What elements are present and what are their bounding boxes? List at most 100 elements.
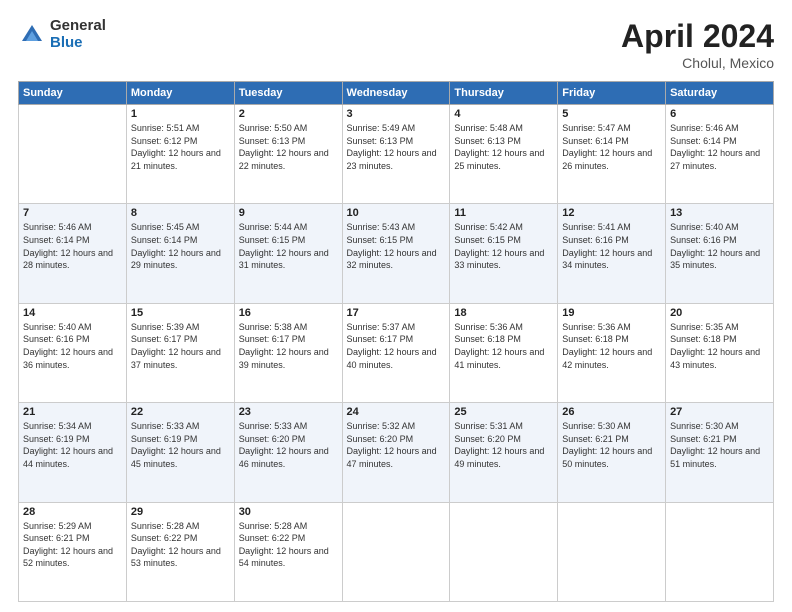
- header-cell-wednesday: Wednesday: [342, 82, 450, 105]
- day-cell: 18 Sunrise: 5:36 AM Sunset: 6:18 PM Dayli…: [450, 303, 558, 402]
- day-cell: 13 Sunrise: 5:40 AM Sunset: 6:16 PM Dayli…: [666, 204, 774, 303]
- day-info: Sunrise: 5:28 AM Sunset: 6:22 PM Dayligh…: [239, 520, 338, 570]
- page: General Blue April 2024 Cholul, Mexico S…: [0, 0, 792, 612]
- day-cell: 6Sunrise: 5:46 AM Sunset: 6:14 PM Daylig…: [666, 105, 774, 204]
- header: General Blue April 2024 Cholul, Mexico: [18, 18, 774, 71]
- day-info: Sunrise: 5:33 AM Sunset: 6:20 PM Dayligh…: [239, 420, 338, 470]
- day-info: Sunrise: 5:32 AM Sunset: 6:20 PM Dayligh…: [347, 420, 446, 470]
- day-number: 25: [454, 406, 553, 418]
- day-number: 24: [347, 406, 446, 418]
- week-row-1: 1Sunrise: 5:51 AM Sunset: 6:12 PM Daylig…: [19, 105, 774, 204]
- day-number: 10: [347, 207, 446, 219]
- day-cell: 19Sunrise: 5:36 AM Sunset: 6:18 PM Dayli…: [558, 303, 666, 402]
- day-number: 4: [454, 108, 553, 120]
- day-cell: [450, 502, 558, 601]
- day-number: 17: [347, 307, 446, 319]
- day-number: 9: [239, 207, 338, 219]
- day-number: 13: [670, 207, 769, 219]
- title-location: Cholul, Mexico: [621, 55, 774, 71]
- day-cell: 28 Sunrise: 5:29 AM Sunset: 6:21 PM Dayli…: [19, 502, 127, 601]
- day-cell: 9Sunrise: 5:44 AM Sunset: 6:15 PM Daylig…: [234, 204, 342, 303]
- header-cell-thursday: Thursday: [450, 82, 558, 105]
- day-number: 19: [562, 307, 661, 319]
- day-cell: 3 Sunrise: 5:49 AM Sunset: 6:13 PM Daylig…: [342, 105, 450, 204]
- day-number: 1: [131, 108, 230, 120]
- title-month: April 2024: [621, 18, 774, 55]
- day-number: 7: [23, 207, 122, 219]
- day-cell: 17 Sunrise: 5:37 AM Sunset: 6:17 PM Dayli…: [342, 303, 450, 402]
- day-number: 30: [239, 506, 338, 518]
- logo: General Blue: [18, 18, 106, 51]
- day-number: 28: [23, 506, 122, 518]
- calendar-table: SundayMondayTuesdayWednesdayThursdayFrid…: [18, 81, 774, 602]
- title-block: April 2024 Cholul, Mexico: [621, 18, 774, 71]
- day-info: Sunrise: 5:42 AM Sunset: 6:15 PM Dayligh…: [454, 221, 553, 271]
- day-number: 21: [23, 406, 122, 418]
- day-cell: [342, 502, 450, 601]
- logo-text: General Blue: [50, 18, 106, 51]
- day-cell: 15 Sunrise: 5:39 AM Sunset: 6:17 PM Dayli…: [126, 303, 234, 402]
- day-number: 27: [670, 406, 769, 418]
- day-cell: 14Sunrise: 5:40 AM Sunset: 6:16 PM Dayli…: [19, 303, 127, 402]
- day-info: Sunrise: 5:30 AM Sunset: 6:21 PM Dayligh…: [670, 420, 769, 470]
- day-info: Sunrise: 5:39 AM Sunset: 6:17 PM Dayligh…: [131, 321, 230, 371]
- day-cell: [19, 105, 127, 204]
- header-cell-sunday: Sunday: [19, 82, 127, 105]
- day-cell: 27 Sunrise: 5:30 AM Sunset: 6:21 PM Dayli…: [666, 403, 774, 502]
- day-cell: 21 Sunrise: 5:34 AM Sunset: 6:19 PM Dayli…: [19, 403, 127, 502]
- day-info: Sunrise: 5:47 AM Sunset: 6:14 PM Dayligh…: [562, 122, 661, 172]
- day-info: Sunrise: 5:40 AM Sunset: 6:16 PM Dayligh…: [670, 221, 769, 271]
- day-cell: 30 Sunrise: 5:28 AM Sunset: 6:22 PM Dayli…: [234, 502, 342, 601]
- day-cell: 2 Sunrise: 5:50 AM Sunset: 6:13 PM Daylig…: [234, 105, 342, 204]
- day-cell: 20Sunrise: 5:35 AM Sunset: 6:18 PM Dayli…: [666, 303, 774, 402]
- day-number: 15: [131, 307, 230, 319]
- day-info: Sunrise: 5:30 AM Sunset: 6:21 PM Dayligh…: [562, 420, 661, 470]
- day-info: Sunrise: 5:36 AM Sunset: 6:18 PM Dayligh…: [454, 321, 553, 371]
- logo-blue: Blue: [50, 35, 106, 52]
- day-info: Sunrise: 5:29 AM Sunset: 6:21 PM Dayligh…: [23, 520, 122, 570]
- day-cell: 23 Sunrise: 5:33 AM Sunset: 6:20 PM Dayli…: [234, 403, 342, 502]
- day-cell: 8Sunrise: 5:45 AM Sunset: 6:14 PM Daylig…: [126, 204, 234, 303]
- day-cell: 22 Sunrise: 5:33 AM Sunset: 6:19 PM Dayli…: [126, 403, 234, 502]
- day-number: 18: [454, 307, 553, 319]
- day-info: Sunrise: 5:37 AM Sunset: 6:17 PM Dayligh…: [347, 321, 446, 371]
- day-number: 26: [562, 406, 661, 418]
- day-number: 2: [239, 108, 338, 120]
- day-info: Sunrise: 5:49 AM Sunset: 6:13 PM Dayligh…: [347, 122, 446, 172]
- header-cell-friday: Friday: [558, 82, 666, 105]
- day-number: 12: [562, 207, 661, 219]
- day-info: Sunrise: 5:31 AM Sunset: 6:20 PM Dayligh…: [454, 420, 553, 470]
- day-number: 22: [131, 406, 230, 418]
- day-number: 29: [131, 506, 230, 518]
- header-row: SundayMondayTuesdayWednesdayThursdayFrid…: [19, 82, 774, 105]
- day-cell: 16Sunrise: 5:38 AM Sunset: 6:17 PM Dayli…: [234, 303, 342, 402]
- logo-icon: [18, 21, 46, 49]
- week-row-3: 14Sunrise: 5:40 AM Sunset: 6:16 PM Dayli…: [19, 303, 774, 402]
- day-number: 3: [347, 108, 446, 120]
- day-cell: 11Sunrise: 5:42 AM Sunset: 6:15 PM Dayli…: [450, 204, 558, 303]
- day-cell: 25 Sunrise: 5:31 AM Sunset: 6:20 PM Dayli…: [450, 403, 558, 502]
- day-info: Sunrise: 5:46 AM Sunset: 6:14 PM Dayligh…: [670, 122, 769, 172]
- logo-general: General: [50, 18, 106, 35]
- day-cell: 12 Sunrise: 5:41 AM Sunset: 6:16 PM Dayli…: [558, 204, 666, 303]
- week-row-5: 28 Sunrise: 5:29 AM Sunset: 6:21 PM Dayli…: [19, 502, 774, 601]
- day-cell: 26 Sunrise: 5:30 AM Sunset: 6:21 PM Dayli…: [558, 403, 666, 502]
- day-info: Sunrise: 5:40 AM Sunset: 6:16 PM Dayligh…: [23, 321, 122, 371]
- day-number: 5: [562, 108, 661, 120]
- week-row-2: 7Sunrise: 5:46 AM Sunset: 6:14 PM Daylig…: [19, 204, 774, 303]
- day-number: 8: [131, 207, 230, 219]
- day-cell: 1Sunrise: 5:51 AM Sunset: 6:12 PM Daylig…: [126, 105, 234, 204]
- day-info: Sunrise: 5:35 AM Sunset: 6:18 PM Dayligh…: [670, 321, 769, 371]
- day-info: Sunrise: 5:28 AM Sunset: 6:22 PM Dayligh…: [131, 520, 230, 570]
- day-info: Sunrise: 5:50 AM Sunset: 6:13 PM Dayligh…: [239, 122, 338, 172]
- day-cell: 10Sunrise: 5:43 AM Sunset: 6:15 PM Dayli…: [342, 204, 450, 303]
- day-number: 23: [239, 406, 338, 418]
- day-cell: [666, 502, 774, 601]
- day-info: Sunrise: 5:33 AM Sunset: 6:19 PM Dayligh…: [131, 420, 230, 470]
- day-cell: [558, 502, 666, 601]
- header-cell-saturday: Saturday: [666, 82, 774, 105]
- day-cell: 4Sunrise: 5:48 AM Sunset: 6:13 PM Daylig…: [450, 105, 558, 204]
- day-cell: 24 Sunrise: 5:32 AM Sunset: 6:20 PM Dayli…: [342, 403, 450, 502]
- day-info: Sunrise: 5:34 AM Sunset: 6:19 PM Dayligh…: [23, 420, 122, 470]
- day-info: Sunrise: 5:41 AM Sunset: 6:16 PM Dayligh…: [562, 221, 661, 271]
